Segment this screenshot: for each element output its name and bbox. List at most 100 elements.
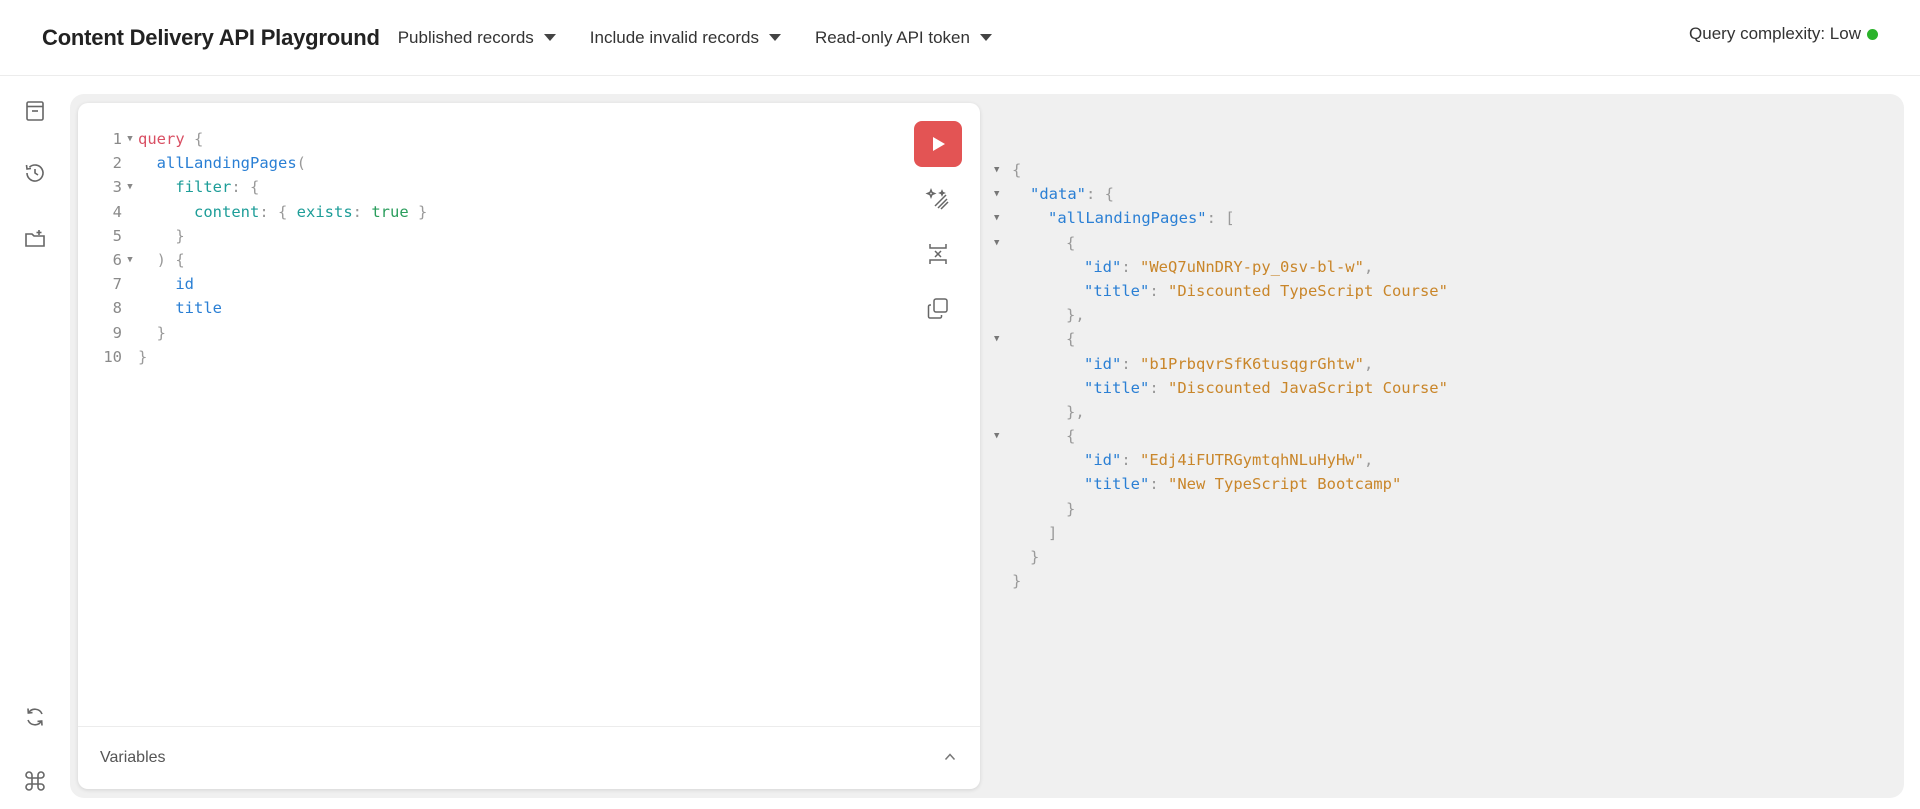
code-line: 3 ▼ filter: { bbox=[78, 175, 878, 199]
json-string: "WeQ7uNnDRY-py_0sv-bl-w" bbox=[1140, 257, 1364, 276]
folder-add-icon bbox=[25, 230, 45, 247]
page-title: Content Delivery API Playground bbox=[42, 24, 380, 50]
caret-down-icon bbox=[979, 34, 992, 41]
refetch-schema-button[interactable] bbox=[20, 702, 50, 732]
history-icon bbox=[25, 164, 44, 182]
json-string: "b1PrbqvrSfK6tusqgrGhtw" bbox=[1140, 354, 1364, 373]
json-key: "title" bbox=[1084, 475, 1150, 494]
argument-token: filter bbox=[175, 178, 232, 197]
keyword-token: query bbox=[138, 130, 185, 148]
history-button[interactable] bbox=[20, 158, 50, 188]
line-number: 4 bbox=[112, 202, 122, 221]
variables-label: Variables bbox=[100, 749, 166, 766]
json-key: "id" bbox=[1084, 451, 1122, 470]
line-number: 10 bbox=[103, 347, 122, 366]
caret-down-icon bbox=[768, 34, 781, 41]
fold-arrow-icon[interactable]: ▼ bbox=[994, 206, 999, 230]
value-token: true bbox=[371, 202, 409, 221]
result-line: ▼ "allLandingPages": [ bbox=[992, 206, 1872, 230]
json-string: "Discounted TypeScript Course" bbox=[1168, 281, 1448, 300]
result-line: } bbox=[1012, 572, 1022, 591]
fold-arrow-icon[interactable]: ▼ bbox=[122, 175, 138, 199]
include-invalid-records-dropdown[interactable]: Include invalid records bbox=[590, 28, 781, 48]
argument-token: content bbox=[194, 202, 260, 221]
result-line: "id": "Edj4iFUTRGymtqhNLuHyHw", bbox=[1084, 451, 1374, 470]
top-bar: Content Delivery API Playground Publishe… bbox=[0, 0, 1920, 76]
fold-arrow-icon[interactable]: ▼ bbox=[994, 182, 999, 206]
query-code[interactable]: 1 ▼ query { 2 allLandingPages( 3 ▼ filter: … bbox=[78, 127, 878, 369]
result-line: ▼ { bbox=[992, 327, 1872, 351]
result-line: "id": "WeQ7uNnDRY-py_0sv-bl-w", bbox=[1084, 257, 1374, 276]
fold-arrow-icon[interactable]: ▼ bbox=[994, 327, 999, 351]
field-token: allLandingPages bbox=[156, 154, 297, 173]
chevron-up-icon bbox=[944, 753, 956, 761]
docs-button[interactable] bbox=[20, 96, 50, 126]
json-string: "New TypeScript Bootcamp" bbox=[1168, 475, 1402, 494]
code-line: 5 } bbox=[78, 224, 878, 248]
merge-fragments-button[interactable] bbox=[922, 238, 954, 270]
code-line: 4 content: { exists: true } bbox=[78, 200, 878, 224]
line-number: 3 bbox=[112, 178, 122, 197]
line-number: 6 bbox=[112, 250, 122, 269]
prettify-icon bbox=[925, 187, 949, 210]
result-line: }, bbox=[1066, 402, 1085, 421]
command-icon bbox=[25, 771, 45, 791]
result-line: ▼ "data": { bbox=[992, 182, 1872, 206]
line-number: 7 bbox=[112, 275, 122, 294]
dropdown-label: Published records bbox=[397, 27, 534, 47]
fold-arrow-icon[interactable]: ▼ bbox=[994, 231, 999, 255]
copy-icon bbox=[927, 298, 948, 319]
play-icon bbox=[933, 137, 945, 151]
copy-query-button[interactable] bbox=[922, 293, 954, 325]
result-line: ▼ { bbox=[992, 158, 1872, 182]
query-editor[interactable]: 1 ▼ query { 2 allLandingPages( 3 ▼ filter: … bbox=[78, 103, 980, 789]
caret-down-icon bbox=[543, 34, 556, 41]
line-number: 2 bbox=[112, 154, 122, 173]
status-dot bbox=[1867, 28, 1878, 40]
line-number: 8 bbox=[112, 299, 122, 318]
code-line: 8 title bbox=[78, 296, 878, 320]
shortcuts-button[interactable] bbox=[20, 766, 50, 796]
line-number: 1 bbox=[112, 130, 122, 148]
query-complexity-indicator: Query complexity: Low bbox=[1689, 24, 1878, 44]
json-string: "Discounted JavaScript Course" bbox=[1168, 378, 1448, 397]
fold-arrow-icon[interactable]: ▼ bbox=[122, 248, 138, 272]
variables-toggle[interactable]: Variables bbox=[78, 726, 980, 789]
code-line: 7 id bbox=[78, 272, 878, 296]
json-key: "id" bbox=[1084, 257, 1122, 276]
fold-arrow-icon[interactable]: ▼ bbox=[994, 158, 999, 182]
json-key: "title" bbox=[1084, 378, 1150, 397]
api-token-dropdown[interactable]: Read-only API token bbox=[815, 28, 992, 48]
json-key: "title" bbox=[1084, 281, 1150, 300]
dropdown-label: Include invalid records bbox=[589, 27, 759, 47]
fold-arrow-icon[interactable]: ▼ bbox=[994, 424, 999, 448]
field-token: title bbox=[175, 299, 222, 318]
code-line: 10} bbox=[78, 345, 878, 369]
result-line: ▼ { bbox=[992, 231, 1872, 255]
json-key: "id" bbox=[1084, 354, 1122, 373]
refresh-icon bbox=[27, 708, 43, 726]
published-records-dropdown[interactable]: Published records bbox=[398, 28, 556, 48]
line-number: 9 bbox=[112, 323, 122, 342]
result-line: "title": "Discounted TypeScript Course" bbox=[1084, 281, 1448, 300]
dropdown-label: Read-only API token bbox=[814, 27, 970, 47]
json-string: "Edj4iFUTRGymtqhNLuHyHw" bbox=[1140, 451, 1364, 470]
line-number: 5 bbox=[112, 226, 122, 245]
run-button[interactable] bbox=[914, 121, 962, 167]
code-line: 1 ▼ query { bbox=[78, 127, 878, 151]
result-viewer: ▼ { ▼ "data": { ▼ "allLandingPages": [ ▼… bbox=[992, 158, 1872, 593]
code-line: 2 allLandingPages( bbox=[78, 151, 878, 175]
result-line: }, bbox=[1066, 306, 1085, 325]
prettify-button[interactable] bbox=[922, 183, 954, 215]
code-line: 9 } bbox=[78, 321, 878, 345]
fold-arrow-icon[interactable]: ▼ bbox=[122, 127, 138, 151]
result-line: "id": "b1PrbqvrSfK6tusqgrGhtw", bbox=[1084, 354, 1374, 373]
explorer-button[interactable] bbox=[20, 224, 50, 254]
field-token: id bbox=[175, 275, 194, 294]
merge-icon bbox=[929, 244, 947, 264]
result-line: ▼ { bbox=[992, 424, 1872, 448]
json-key: "allLandingPages" bbox=[1048, 209, 1207, 228]
document-icon bbox=[26, 101, 44, 121]
result-line: ] bbox=[1048, 523, 1058, 542]
result-line: "title": "Discounted JavaScript Course" bbox=[1084, 378, 1448, 397]
